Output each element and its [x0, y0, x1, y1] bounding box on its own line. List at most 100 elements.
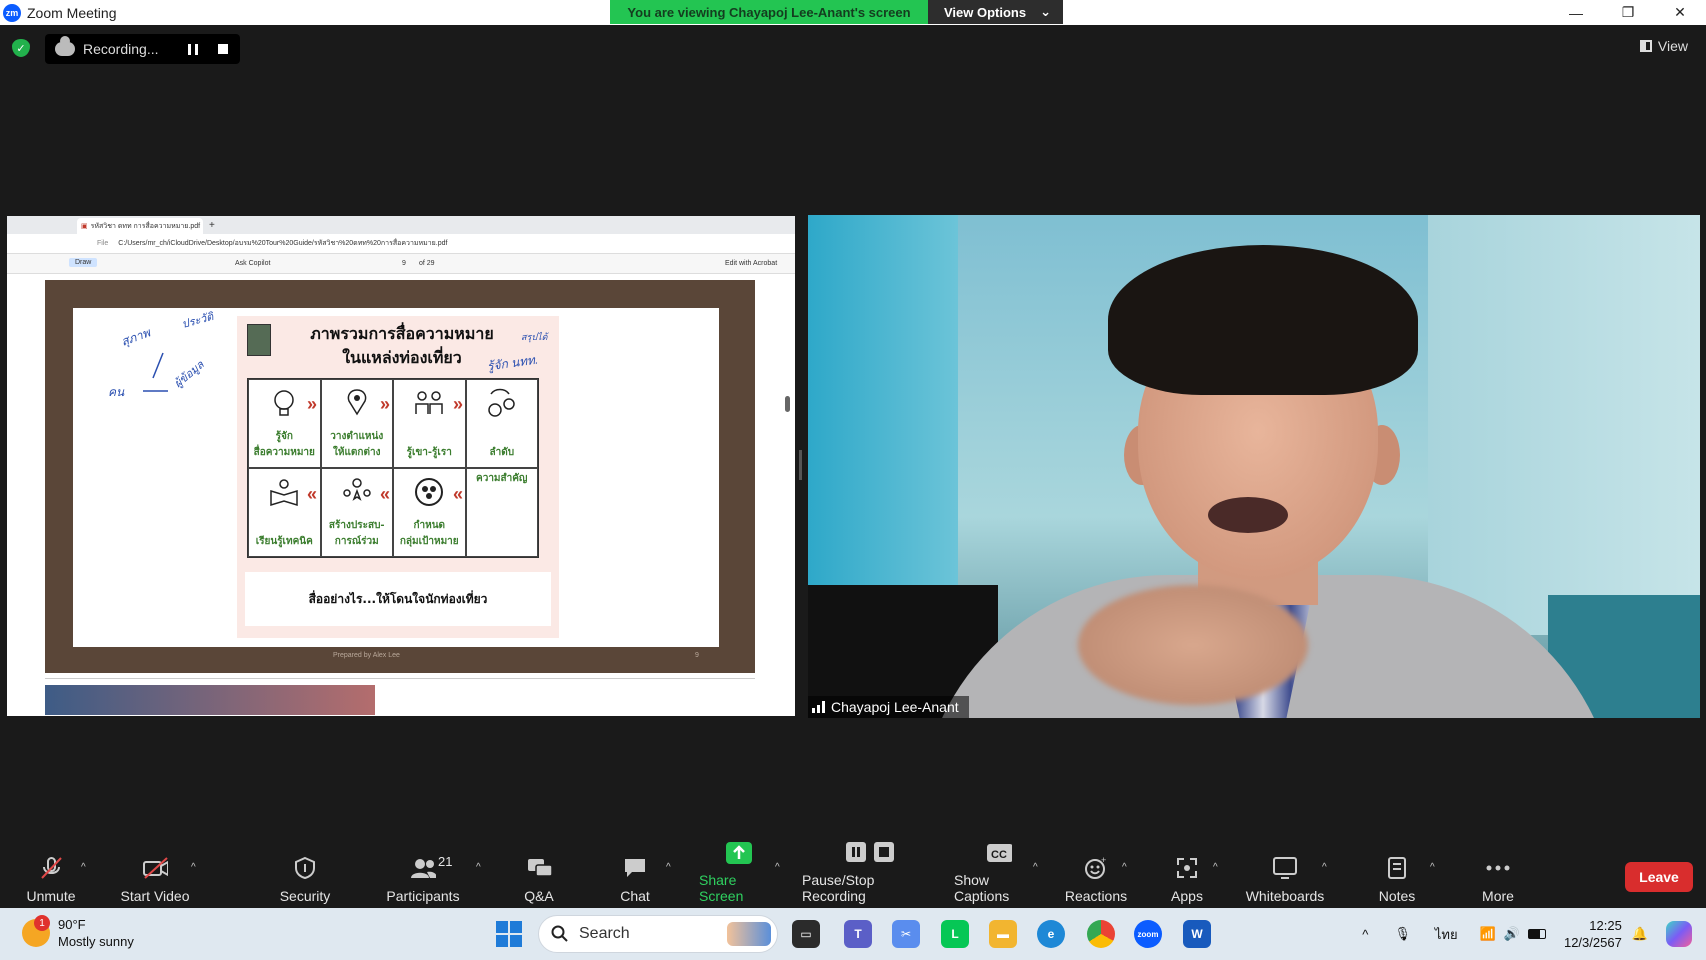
windows-start-icon[interactable]: [496, 921, 522, 947]
pdf-scrollbar[interactable]: [785, 278, 791, 710]
file-explorer-icon[interactable]: ▬: [989, 920, 1017, 948]
recording-indicator: Recording...: [45, 34, 240, 64]
chat-label: Chat: [620, 888, 650, 904]
share-options-caret-icon[interactable]: ^: [775, 862, 780, 873]
viewing-banner: You are viewing Chayapoj Lee-Anant's scr…: [610, 0, 928, 24]
pause-stop-icon: [844, 840, 896, 864]
process-grid: รู้จัก สื่อความหมาย วางตำแหน่ง ให้แตกต่า…: [247, 378, 539, 558]
notes-button[interactable]: Notes: [1374, 848, 1420, 908]
captions-options-caret-icon[interactable]: ^: [1033, 862, 1038, 873]
close-button[interactable]: ✕: [1654, 0, 1706, 25]
reactions-options-caret-icon[interactable]: ^: [1122, 862, 1127, 873]
participants-options-caret-icon[interactable]: ^: [476, 862, 481, 873]
svg-text:CC: CC: [991, 849, 1007, 861]
notes-icon: [1384, 856, 1410, 880]
arrow-right-icon: »: [380, 394, 391, 414]
search-placeholder: Search: [579, 925, 630, 942]
video-person-hair: [1108, 245, 1418, 395]
cell-label-1a: รู้จัก: [275, 431, 293, 442]
zoom-logo-icon: zm: [3, 3, 21, 22]
whiteboards-button[interactable]: Whiteboards: [1245, 848, 1325, 908]
microphone-muted-icon: [38, 856, 64, 880]
participants-button[interactable]: 21 Participants: [384, 848, 462, 908]
reactions-button[interactable]: + Reactions: [1065, 848, 1127, 908]
zoom-app-icon[interactable]: zoom: [1134, 920, 1162, 948]
chrome-browser-icon[interactable]: [1087, 920, 1115, 948]
address-bar[interactable]: File C:/Users/mr_ch/iCloudDrive/Desktop/…: [7, 234, 795, 254]
new-tab-icon[interactable]: +: [209, 220, 215, 231]
clock-time: 12:25: [1589, 918, 1622, 933]
show-captions-label: Show Captions: [954, 872, 1010, 904]
view-layout-button[interactable]: View: [1639, 38, 1688, 54]
minimize-button[interactable]: —: [1550, 0, 1602, 25]
start-video-button[interactable]: Start Video: [118, 848, 192, 908]
weather-temperature: 90°F: [58, 917, 86, 932]
taskbar-search[interactable]: Search: [538, 915, 778, 953]
microphone-icon[interactable]: 🎙: [1394, 926, 1411, 942]
scrollbar-thumb[interactable]: [785, 396, 790, 412]
view-layout-icon: [1639, 40, 1652, 52]
security-button[interactable]: Security: [280, 848, 330, 908]
cell-label-7a: กำหนด: [413, 520, 446, 531]
chat-options-caret-icon[interactable]: ^: [666, 862, 671, 873]
copilot-icon[interactable]: [1666, 921, 1692, 947]
video-person-mouth: [1208, 497, 1288, 533]
camera-off-icon: [142, 856, 168, 880]
page-number-input[interactable]: 9: [402, 260, 406, 267]
restore-button[interactable]: ❐: [1602, 0, 1654, 25]
show-hidden-icons-icon[interactable]: ^: [1362, 927, 1368, 942]
search-highlight-icon: [727, 922, 771, 946]
show-captions-button[interactable]: CC Show Captions: [954, 844, 1044, 908]
split-view-divider[interactable]: [799, 450, 802, 480]
share-screen-button[interactable]: Share Screen: [699, 842, 779, 908]
leave-button[interactable]: Leave: [1625, 862, 1693, 892]
video-options-caret-icon[interactable]: ^: [191, 862, 196, 873]
arrow-right-icon: »: [307, 394, 318, 414]
stop-recording-icon[interactable]: [218, 44, 229, 54]
pdf-viewer[interactable]: สุภาพ ประวัติ คน ผู้ข้อมูล ภาพรวมการสื่อ…: [7, 274, 795, 716]
whiteboards-options-caret-icon[interactable]: ^: [1322, 862, 1327, 873]
view-options-label: View Options: [944, 4, 1027, 20]
more-label: More: [1482, 888, 1514, 904]
system-clock[interactable]: 12:25 12/3/2567: [1564, 917, 1622, 951]
teams-icon[interactable]: T: [844, 920, 872, 948]
handwriting-2: ประวัติ: [181, 311, 216, 331]
notifications-bell-icon[interactable]: 🔔: [1632, 926, 1648, 942]
input-language[interactable]: ไทย: [1435, 924, 1458, 945]
unmute-button[interactable]: Unmute: [26, 848, 76, 908]
audio-options-caret-icon[interactable]: ^: [81, 862, 86, 873]
apps-options-caret-icon[interactable]: ^: [1213, 862, 1218, 873]
more-button[interactable]: More: [1478, 848, 1518, 908]
chat-button[interactable]: Chat: [619, 848, 651, 908]
pause-recording-icon[interactable]: [188, 43, 199, 55]
priority-steps-icon: [488, 388, 515, 417]
volume-icon[interactable]: 🔊: [1504, 926, 1520, 942]
participants-icon: 21: [410, 854, 452, 880]
participant-name: Chayapoj Lee-Anant: [831, 699, 959, 715]
edge-browser-icon[interactable]: e: [1037, 920, 1065, 948]
pause-stop-recording-button[interactable]: Pause/Stop Recording: [802, 842, 938, 908]
encryption-shield-icon[interactable]: ✓: [12, 39, 30, 57]
line-app-icon[interactable]: L: [941, 920, 969, 948]
weather-badge: 1: [34, 915, 50, 931]
windows-taskbar: 1 90°F Mostly sunny Search ▭ T ✂ L ▬ e z…: [0, 908, 1706, 960]
qa-button[interactable]: Q&A: [523, 848, 555, 908]
snipping-tool-icon[interactable]: ✂: [892, 920, 920, 948]
task-view-icon[interactable]: ▭: [792, 920, 820, 948]
ask-copilot-button[interactable]: Ask Copilot: [235, 260, 270, 267]
view-options-button[interactable]: View Options ⌄: [928, 0, 1063, 24]
grid-cell: วางตำแหน่ง ให้แตกต่าง: [320, 379, 393, 468]
battery-icon[interactable]: [1527, 929, 1546, 939]
edit-acrobat-button[interactable]: Edit with Acrobat: [725, 260, 777, 267]
browser-tab[interactable]: ▣ รหัสวิชา ดทท การสื่อความหมาย.pdf ×: [77, 218, 203, 234]
participant-video[interactable]: Chayapoj Lee-Anant: [808, 215, 1700, 718]
draw-button[interactable]: Draw: [69, 258, 98, 267]
wifi-icon[interactable]: 📶: [1480, 926, 1496, 942]
search-icon: [551, 925, 568, 942]
grid-cell: รู้จัก สื่อความหมาย: [248, 379, 321, 468]
notes-options-caret-icon[interactable]: ^: [1430, 862, 1435, 873]
weather-widget[interactable]: 1 90°F Mostly sunny: [22, 915, 134, 950]
apps-button[interactable]: Apps: [1170, 848, 1204, 908]
video-window-background: [808, 215, 958, 595]
word-app-icon[interactable]: W: [1183, 920, 1211, 948]
